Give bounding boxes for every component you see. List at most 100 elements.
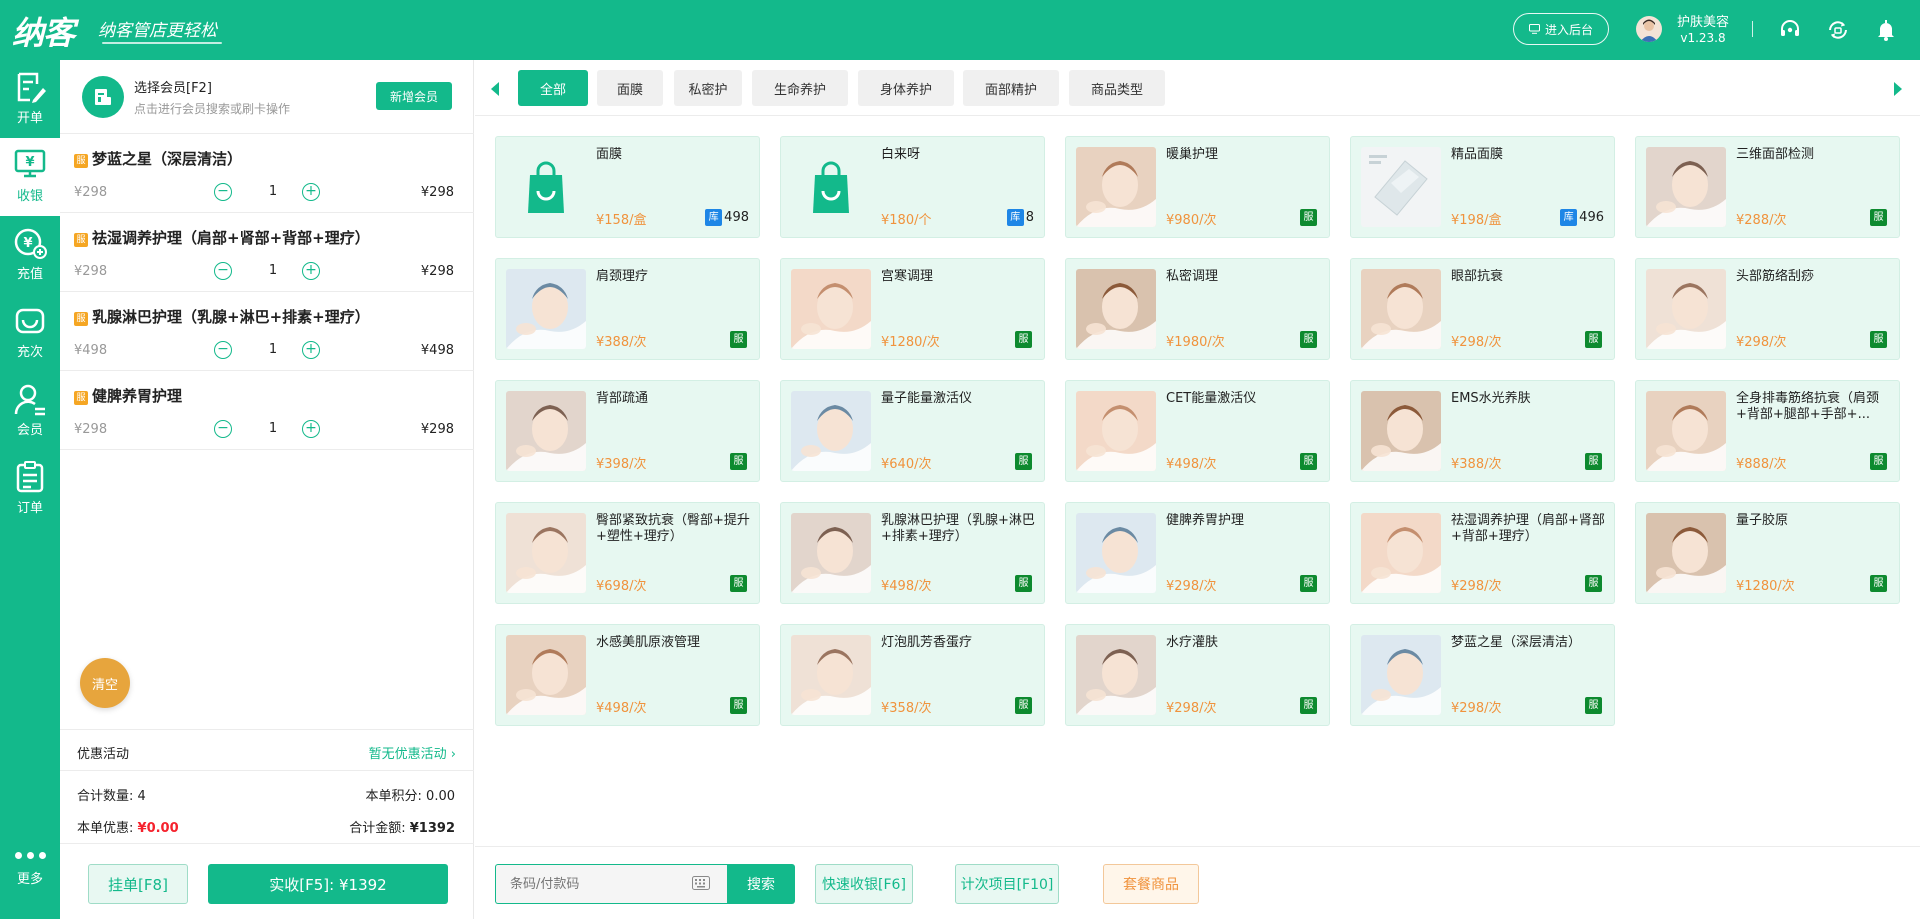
decrease-qty-button[interactable]: − (214, 341, 232, 359)
new-member-button[interactable]: 新增会员 (376, 82, 452, 110)
product-card[interactable]: 健脾养胃护理 ¥298/次 服 (1065, 502, 1330, 604)
tab-body-care[interactable]: 身体养护 (858, 70, 954, 106)
select-member-hint: 点击进行会员搜索或刷卡操作 (134, 102, 291, 116)
nav-item-recharge-times[interactable]: 充次 (0, 294, 60, 372)
product-name: 量子胶原 (1736, 513, 1789, 528)
decrease-qty-button[interactable]: − (214, 420, 232, 438)
order-panel: 选择会员[F2] 点击进行会员搜索或刷卡操作 新增会员 服 梦蓝之星（深层清洁）… (60, 60, 474, 919)
product-card[interactable]: 量子能量激活仪 ¥640/次 服 (780, 380, 1045, 482)
product-stock-count: 8 (1025, 210, 1034, 225)
product-thumbnail (1646, 513, 1726, 593)
increase-qty-button[interactable]: + (302, 183, 320, 201)
order-item-total: ¥498 (420, 343, 454, 358)
product-card[interactable]: 量子胶原 ¥1280/次 服 (1635, 502, 1900, 604)
product-card[interactable]: 头部筋络刮痧 ¥298/次 服 (1635, 258, 1900, 360)
product-card[interactable]: EMS水光养肤 ¥388/次 服 (1350, 380, 1615, 482)
hold-order-button[interactable]: 挂单[F8] (88, 864, 188, 904)
tab-life-care[interactable]: 生命养护 (752, 70, 848, 106)
tab-facial-care[interactable]: 面部精护 (963, 70, 1059, 106)
promo-value[interactable]: 暂无优惠活动 › (369, 743, 456, 762)
product-price: ¥388/次 (1451, 457, 1502, 472)
pay-button[interactable]: 实收[F5]: ¥1392 (208, 864, 448, 904)
order-item[interactable]: 服 祛湿调养护理（肩部+肾部+背部+理疗） ¥298 − 1 + ¥298 (60, 213, 474, 292)
tab-all[interactable]: 全部 (518, 70, 588, 106)
nav-item-recharge[interactable]: ¥ 充值 (0, 216, 60, 294)
order-item-qty[interactable]: 1 (258, 184, 288, 199)
order-item[interactable]: 服 梦蓝之星（深层清洁） ¥298 − 1 + ¥298 (60, 134, 474, 213)
product-card[interactable]: 臀部紧致抗衰（臀部+提升+塑性+理疗） ¥698/次 服 (495, 502, 760, 604)
keyboard-icon[interactable] (692, 876, 710, 890)
product-card[interactable]: 宫寒调理 ¥1280/次 服 (780, 258, 1045, 360)
clear-cart-button[interactable]: 清空 (80, 658, 130, 708)
tab-mask[interactable]: 面膜 (597, 70, 663, 106)
promo-row[interactable]: 优惠活动 暂无优惠活动 › (60, 729, 474, 771)
order-item-name: 乳腺淋巴护理（乳腺+淋巴+排素+理疗） (92, 308, 370, 326)
decrease-qty-button[interactable]: − (214, 262, 232, 280)
nav-item-open-order[interactable]: 开单 (0, 60, 60, 138)
product-card[interactable]: 眼部抗衰 ¥298/次 服 (1350, 258, 1615, 360)
mask-product-image (1361, 147, 1441, 227)
order-amount: 合计金额: ¥1392 (349, 817, 455, 836)
recharge-times-icon (15, 308, 45, 334)
times-item-button[interactable]: 计次项目[F10] (955, 864, 1059, 904)
increase-qty-button[interactable]: + (302, 420, 320, 438)
product-card[interactable]: 精品面膜 ¥198/盒 库 496 (1350, 136, 1615, 238)
product-card[interactable]: 全身排毒筋络抗衰（肩颈+背部+腿部+手部+... ¥888/次 服 (1635, 380, 1900, 482)
increase-qty-button[interactable]: + (302, 262, 320, 280)
more-dots-icon (0, 852, 60, 859)
category-prev-icon[interactable] (491, 82, 499, 96)
search-button[interactable]: 搜索 (727, 864, 795, 904)
package-goods-button[interactable]: 套餐商品 (1103, 864, 1199, 904)
tab-goods-type[interactable]: 商品类型 (1069, 70, 1165, 106)
barcode-input[interactable] (496, 865, 686, 903)
product-price: ¥298/次 (1736, 335, 1787, 350)
product-price: ¥298/次 (1451, 701, 1502, 716)
product-card[interactable]: 水感美肌原液管理 ¥498/次 服 (495, 624, 760, 726)
tab-private-care[interactable]: 私密护 (674, 70, 742, 106)
sync-icon[interactable] (1826, 18, 1850, 42)
product-card[interactable]: 肩颈理疗 ¥388/次 服 (495, 258, 760, 360)
product-card[interactable]: 祛湿调养护理（肩部+肾部+背部+理疗） ¥298/次 服 (1350, 502, 1615, 604)
product-card[interactable]: 乳腺淋巴护理（乳腺+淋巴+排素+理疗） ¥498/次 服 (780, 502, 1045, 604)
service-badge: 服 (74, 391, 88, 405)
product-card[interactable]: 私密调理 ¥1980/次 服 (1065, 258, 1330, 360)
product-card[interactable]: 白来呀 ¥180/个 库 8 (780, 136, 1045, 238)
product-stock: 库 498 (705, 209, 749, 226)
nav-item-member[interactable]: 会员 (0, 372, 60, 450)
nav-more-label: 更多 (16, 872, 43, 887)
product-card[interactable]: 面膜 ¥158/盒 库 498 (495, 136, 760, 238)
nav-item-order[interactable]: 订单 (0, 450, 60, 528)
product-card[interactable]: 背部疏通 ¥398/次 服 (495, 380, 760, 482)
increase-qty-button[interactable]: + (302, 341, 320, 359)
order-item-qty[interactable]: 1 (258, 263, 288, 278)
headset-icon[interactable] (1778, 18, 1802, 42)
service-photo-image (1076, 513, 1156, 593)
service-photo-image (1076, 635, 1156, 715)
nav-item-label: 充值 (16, 267, 43, 282)
member-select-bar[interactable]: 选择会员[F2] 点击进行会员搜索或刷卡操作 新增会员 (60, 60, 474, 134)
product-card[interactable]: 三维面部检测 ¥288/次 服 (1635, 136, 1900, 238)
service-badge: 服 (1585, 575, 1602, 592)
nav-item-cashier[interactable]: ¥ 收银 (0, 138, 60, 216)
bell-icon[interactable] (1874, 18, 1898, 42)
member-avatar[interactable] (82, 76, 124, 118)
product-card[interactable]: 灯泡肌芳香蛋疗 ¥358/次 服 (780, 624, 1045, 726)
product-card[interactable]: 暖巢护理 ¥980/次 服 (1065, 136, 1330, 238)
product-name: 私密调理 (1166, 269, 1219, 284)
order-item-qty[interactable]: 1 (258, 342, 288, 357)
order-item[interactable]: 服 健脾养胃护理 ¥298 − 1 + ¥298 (60, 371, 474, 450)
product-stock-count: 498 (724, 210, 749, 225)
quick-checkout-button[interactable]: 快速收银[F6] (815, 864, 913, 904)
category-next-icon[interactable] (1894, 82, 1902, 96)
avatar[interactable] (1636, 16, 1662, 42)
product-price: ¥198/盒 (1451, 213, 1502, 228)
enter-backend-button[interactable]: 进入后台 (1513, 13, 1609, 45)
product-card[interactable]: 水疗灌肤 ¥298/次 服 (1065, 624, 1330, 726)
decrease-qty-button[interactable]: − (214, 183, 232, 201)
product-card[interactable]: 梦蓝之星（深层清洁） ¥298/次 服 (1350, 624, 1615, 726)
product-card[interactable]: CET能量激活仪 ¥498/次 服 (1065, 380, 1330, 482)
order-item-qty[interactable]: 1 (258, 421, 288, 436)
order-item[interactable]: 服 乳腺淋巴护理（乳腺+淋巴+排素+理疗） ¥498 − 1 + ¥498 (60, 292, 474, 371)
product-thumbnail (506, 391, 586, 471)
nav-item-more[interactable]: 更多 (0, 838, 60, 908)
